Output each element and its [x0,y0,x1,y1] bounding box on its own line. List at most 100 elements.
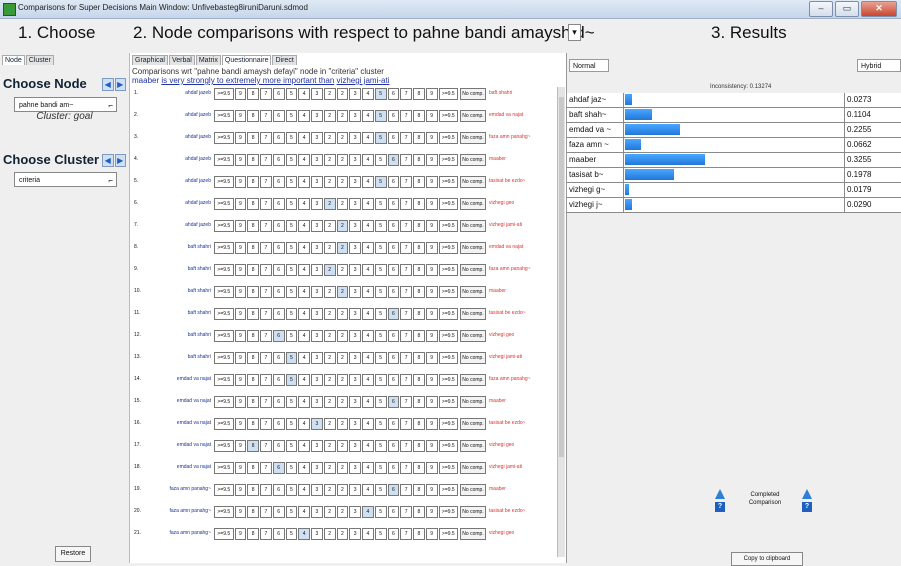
scale-cell[interactable]: 9 [425,198,438,210]
scale-cell[interactable]: 3 [349,242,362,254]
scale-cell[interactable]: 5 [374,176,387,188]
scale-cell[interactable]: 2 [323,154,336,166]
scale-cell[interactable]: 9 [425,528,438,540]
scale-cell[interactable]: 8 [413,88,425,100]
no-comparison-button[interactable]: No comp. [460,242,486,254]
copy-to-clipboard-button[interactable]: Copy to clipboard [731,552,803,566]
scale-cell[interactable]: 5 [285,330,298,342]
scale-cell[interactable]: 8 [247,396,260,408]
scale-cell[interactable]: >=9.5 [438,264,459,276]
scale-cell[interactable]: 8 [247,308,260,320]
scale-cell[interactable]: 9 [234,418,247,430]
scale-cell[interactable]: 6 [272,110,285,122]
scale-cell[interactable]: 5 [285,506,298,518]
scale-cell[interactable]: 4 [362,440,374,452]
scale-cell[interactable]: 8 [247,286,260,298]
scale-cell[interactable]: 7 [260,88,272,100]
no-comparison-button[interactable]: No comp. [460,352,486,364]
scale-cell[interactable]: 2 [323,110,336,122]
scale-cell[interactable]: 3 [311,484,323,496]
scale-cell[interactable]: 7 [400,484,413,496]
scale-cell[interactable]: >=9.5 [214,242,234,254]
scale-cell[interactable]: 9 [234,176,247,188]
vertical-scrollbar[interactable] [557,87,565,557]
scale-cell[interactable]: >=9.5 [214,132,234,144]
scale-cell[interactable]: 6 [272,330,285,342]
scale-cell[interactable]: 8 [413,176,425,188]
scale-cell[interactable]: 2 [323,396,336,408]
scale-cell[interactable]: >=9.5 [214,110,234,122]
no-comparison-button[interactable]: No comp. [460,88,486,100]
scale-cell[interactable]: 4 [362,374,374,386]
scale-cell[interactable]: 3 [349,462,362,474]
scale-cell[interactable]: 6 [272,506,285,518]
no-comparison-button[interactable]: No comp. [460,264,486,276]
next-node-arrow-icon[interactable]: ▶ [114,78,126,91]
scale-cell[interactable]: 2 [323,264,336,276]
scale-cell[interactable]: 6 [272,88,285,100]
scale-cell[interactable]: 2 [323,506,336,518]
scale-cell[interactable]: >=9.5 [438,396,459,408]
scale-cell[interactable]: 3 [311,352,323,364]
scale-cell[interactable]: 5 [285,286,298,298]
scale-cell[interactable]: 6 [272,198,285,210]
scale-cell[interactable]: 8 [413,220,425,232]
scale-cell[interactable]: 5 [374,154,387,166]
scale-cell[interactable]: 9 [425,396,438,408]
scale-cell[interactable]: 4 [298,462,311,474]
scale-cell[interactable]: 5 [374,396,387,408]
scale-cell[interactable]: 8 [413,330,425,342]
scale-cell[interactable]: >=9.5 [214,528,234,540]
scale-cell[interactable]: 3 [349,198,362,210]
scale-cell[interactable]: 9 [234,154,247,166]
scale-cell[interactable]: 5 [374,198,387,210]
scale-cell[interactable]: 8 [247,462,260,474]
scale-cell[interactable]: >=9.5 [214,440,234,452]
scale-cell[interactable]: 7 [260,462,272,474]
scale-cell[interactable]: 7 [260,396,272,408]
scale-cell[interactable]: 4 [362,352,374,364]
scale-cell[interactable]: 2 [323,330,336,342]
scale-cell[interactable]: 7 [260,374,272,386]
no-comparison-button[interactable]: No comp. [460,462,486,474]
no-comparison-button[interactable]: No comp. [460,198,486,210]
scale-cell[interactable]: 6 [272,484,285,496]
scale-cell[interactable]: 6 [272,462,285,474]
scale-cell[interactable]: >=9.5 [438,352,459,364]
scale-cell[interactable]: 4 [298,352,311,364]
no-comparison-button[interactable]: No comp. [460,286,486,298]
scale-cell[interactable]: 5 [285,264,298,276]
scale-cell[interactable]: 4 [298,88,311,100]
scale-cell[interactable]: 9 [234,198,247,210]
scale-cell[interactable]: 8 [247,418,260,430]
scale-cell[interactable]: 6 [387,220,400,232]
tab-graphical[interactable]: Graphical [132,55,168,65]
scale-cell[interactable]: 9 [425,418,438,430]
scale-cell[interactable]: 9 [425,506,438,518]
scale-cell[interactable]: >=9.5 [214,396,234,408]
scale-cell[interactable]: 5 [285,198,298,210]
scale-cell[interactable]: 4 [362,176,374,188]
scale-cell[interactable]: 3 [311,176,323,188]
scale-cell[interactable]: >=9.5 [438,198,459,210]
scale-cell[interactable]: 7 [400,198,413,210]
scale-cell[interactable]: >=9.5 [214,264,234,276]
scale-cell[interactable]: >=9.5 [438,418,459,430]
scale-cell[interactable]: 4 [298,154,311,166]
scale-cell[interactable]: 2 [336,220,349,232]
scale-cell[interactable]: >=9.5 [438,132,459,144]
scale-cell[interactable]: >=9.5 [438,484,459,496]
tab-direct[interactable]: Direct [272,55,297,65]
scale-cell[interactable]: 5 [374,462,387,474]
scale-cell[interactable]: 9 [234,132,247,144]
scale-cell[interactable]: 4 [362,88,374,100]
scale-cell[interactable]: 4 [298,176,311,188]
scale-cell[interactable]: >=9.5 [214,198,234,210]
scale-cell[interactable]: 8 [247,528,260,540]
scale-cell[interactable]: 8 [413,418,425,430]
scale-cell[interactable]: 9 [425,374,438,386]
scale-cell[interactable]: 2 [323,242,336,254]
scale-cell[interactable]: 2 [336,440,349,452]
scale-cell[interactable]: 7 [400,462,413,474]
scale-cell[interactable]: >=9.5 [214,220,234,232]
